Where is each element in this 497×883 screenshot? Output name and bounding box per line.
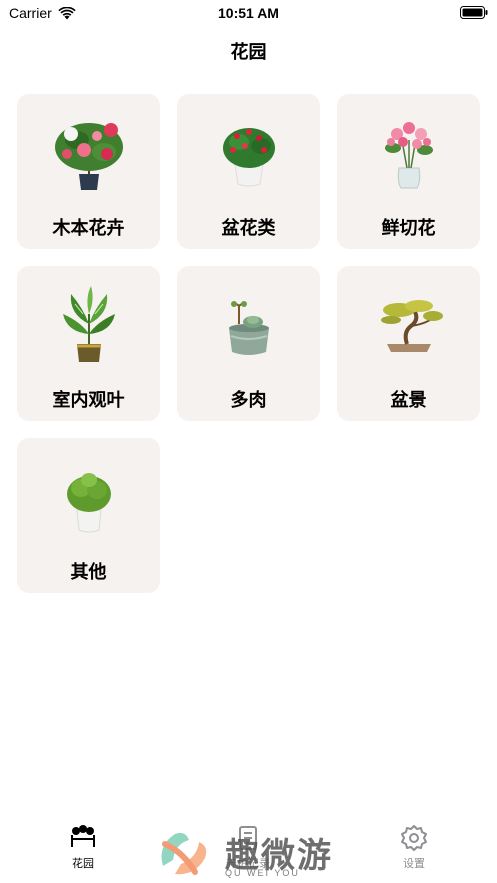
category-card-others[interactable]: 其他 (17, 438, 160, 593)
category-card-woody-flowers[interactable]: 木本花卉 (17, 94, 160, 249)
status-time: 10:51 AM (218, 5, 279, 21)
gear-icon (401, 825, 427, 851)
camellia-plant-icon (54, 123, 123, 190)
category-label: 室内观叶 (52, 390, 125, 410)
cut-flower-vase-icon (384, 122, 433, 189)
foliage-plant-icon (62, 286, 115, 362)
category-card-cut-flowers[interactable]: 鲜切花 (337, 94, 480, 249)
category-label: 盆花类 (221, 218, 276, 238)
care-record-icon (239, 826, 257, 850)
category-label: 多肉 (230, 390, 267, 410)
tab-label: 养护记录 (226, 858, 270, 870)
category-label: 鲜切花 (381, 218, 436, 238)
green-shrub-pot-icon (66, 473, 111, 533)
tab-settings[interactable]: 设置 (364, 823, 464, 871)
tab-garden[interactable]: 花园 (33, 823, 133, 871)
tab-label: 设置 (403, 858, 425, 870)
bonsai-icon (380, 300, 443, 352)
tab-label: 花园 (72, 858, 94, 870)
tab-bar: 花园 养护记录 设置 (0, 817, 497, 883)
succulent-pot-icon (228, 301, 269, 355)
page-title: 花园 (230, 42, 267, 62)
category-label: 木本花卉 (52, 218, 125, 238)
category-card-succulents[interactable]: 多肉 (177, 266, 320, 421)
tab-care-record[interactable]: 养护记录 (198, 823, 298, 871)
category-label: 盆景 (390, 390, 427, 410)
potted-flower-icon (222, 128, 275, 187)
category-card-potted-flowers[interactable]: 盆花类 (177, 94, 320, 249)
category-card-bonsai[interactable]: 盆景 (337, 266, 480, 421)
status-bar: Carrier 10:51 AM (0, 0, 497, 26)
garden-icon (71, 825, 95, 847)
category-label: 其他 (70, 562, 107, 582)
category-card-indoor-foliage[interactable]: 室内观叶 (17, 266, 160, 421)
battery-icon (460, 6, 488, 19)
